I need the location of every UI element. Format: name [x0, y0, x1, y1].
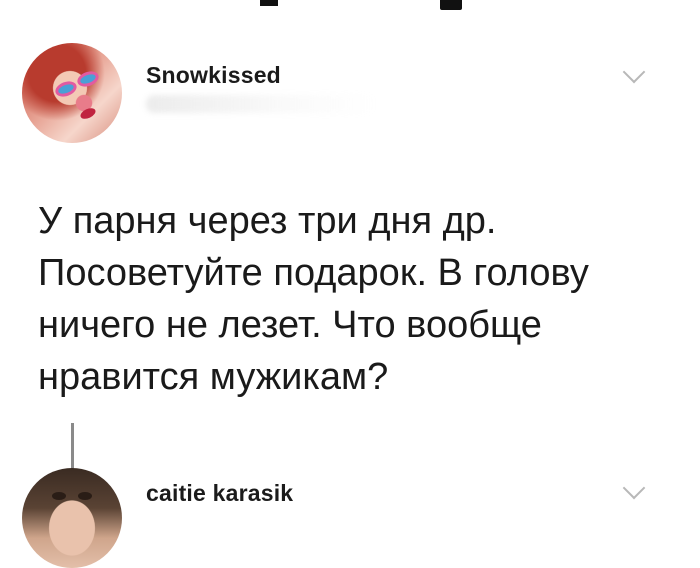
cropped-glyph — [440, 0, 462, 10]
avatar-lips — [78, 106, 98, 121]
chevron-down-icon[interactable] — [622, 476, 646, 500]
thread-line — [71, 423, 74, 471]
blurred-handle — [146, 95, 376, 113]
avatar[interactable] — [22, 468, 122, 568]
avatar[interactable] — [22, 43, 122, 143]
chevron-down-icon[interactable] — [622, 60, 646, 84]
post-text: У парня через три дня др. Посоветуйте по… — [38, 195, 678, 403]
avatar-eye — [57, 82, 75, 96]
post-text-line: У парня через три дня др. — [38, 200, 497, 242]
post-text-line: нравится мужикам? — [38, 356, 389, 398]
post-text-line: Посоветуйте подарок. В голову — [38, 252, 589, 294]
post-username[interactable]: Snowkissed — [146, 62, 281, 89]
post-text-line: ничего не лезет. Что вообще — [38, 304, 542, 346]
cropped-glyph — [260, 0, 278, 6]
reply-username[interactable]: caitie karasik — [146, 480, 293, 507]
avatar-eye — [78, 492, 92, 500]
cropped-header-fragment — [0, 0, 700, 14]
avatar-eye — [79, 72, 97, 86]
avatar-eye — [52, 492, 66, 500]
